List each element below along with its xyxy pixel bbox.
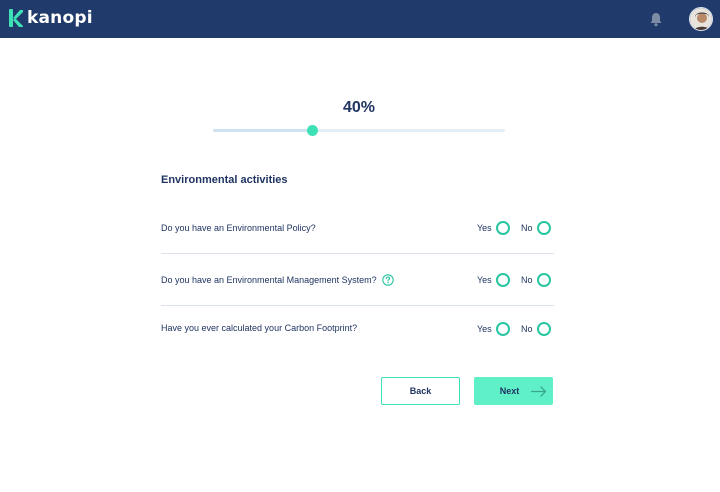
- question-row: Do you have an Environmental Management …: [161, 256, 554, 306]
- option-yes-label: Yes: [477, 275, 492, 285]
- option-yes[interactable]: Yes: [477, 273, 510, 287]
- option-yes-label: Yes: [477, 223, 492, 233]
- question-text: Have you ever calculated your Carbon Foo…: [161, 323, 357, 333]
- back-button-label: Back: [409, 386, 432, 396]
- logo-text: kanopi: [27, 8, 93, 28]
- option-no-label: No: [521, 223, 533, 233]
- radio-no[interactable]: [536, 322, 551, 336]
- option-no-label: No: [521, 324, 533, 334]
- question-row: Have you ever calculated your Carbon Foo…: [161, 306, 554, 356]
- back-button[interactable]: Back: [381, 377, 460, 405]
- progress-bar: [213, 125, 505, 136]
- question-label: Do you have an Environmental Management …: [161, 275, 377, 285]
- option-no[interactable]: No: [521, 221, 551, 235]
- question-text: Do you have an Environmental Policy?: [161, 223, 316, 233]
- arrow-right-icon: [531, 386, 547, 397]
- question-mark-icon[interactable]: [381, 274, 394, 286]
- radio-yes[interactable]: [495, 273, 510, 287]
- radio-no[interactable]: [536, 221, 551, 235]
- question-row: Do you have an Environmental Policy? Yes…: [161, 204, 554, 254]
- question-label: Have you ever calculated your Carbon Foo…: [161, 323, 358, 333]
- kanopi-k-logo-icon: [9, 9, 23, 27]
- question-label: Do you have an Environmental Policy?: [161, 223, 316, 233]
- option-yes[interactable]: Yes: [477, 221, 510, 235]
- section-title: Environmental activities: [161, 174, 288, 186]
- option-no-label: No: [521, 275, 533, 285]
- progress-bar-fill: [213, 129, 313, 132]
- progress-percentage: 40%: [342, 99, 376, 116]
- bell-icon[interactable]: [649, 12, 663, 27]
- option-yes[interactable]: Yes: [477, 322, 510, 336]
- user-avatar[interactable]: [689, 7, 713, 31]
- radio-yes[interactable]: [495, 322, 510, 336]
- progress-knob: [307, 125, 319, 136]
- option-no[interactable]: No: [521, 273, 551, 287]
- logo[interactable]: kanopi: [9, 9, 93, 27]
- option-no[interactable]: No: [521, 322, 551, 336]
- option-yes-label: Yes: [477, 324, 492, 334]
- radio-yes[interactable]: [495, 221, 510, 235]
- avatar-image: [690, 8, 712, 30]
- question-text: Do you have an Environmental Management …: [161, 274, 394, 286]
- next-button[interactable]: Next: [474, 377, 553, 405]
- next-button-label: Next: [499, 386, 520, 396]
- top-bar: kanopi: [0, 0, 720, 38]
- radio-no[interactable]: [536, 273, 551, 287]
